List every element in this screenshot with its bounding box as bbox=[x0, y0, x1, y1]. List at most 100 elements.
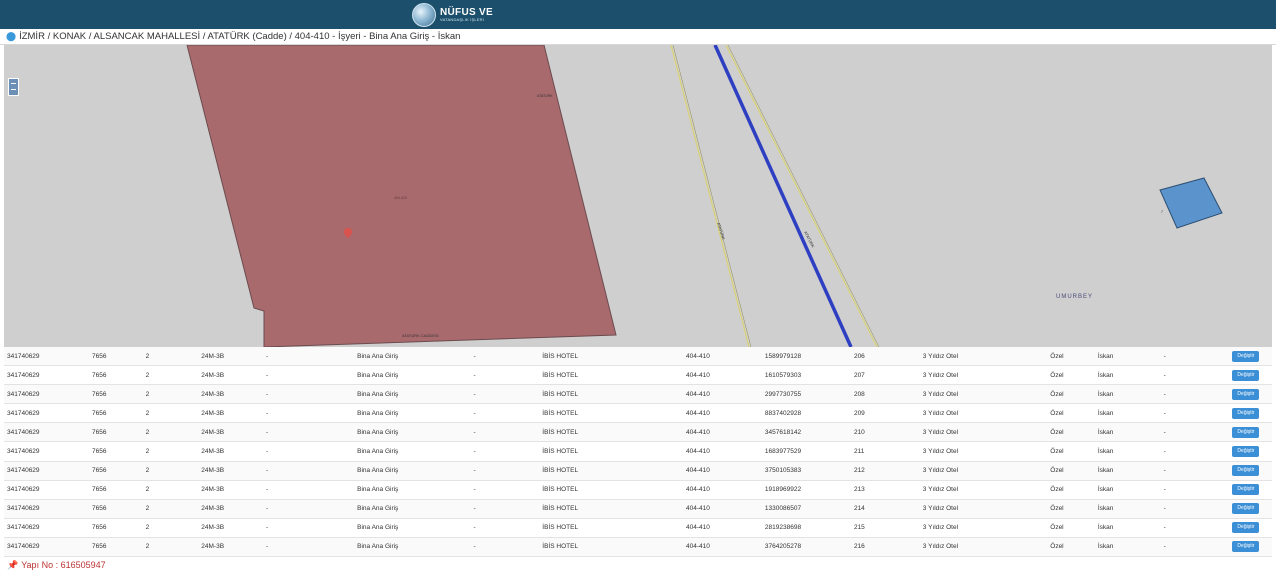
change-button[interactable]: Değiştir bbox=[1232, 522, 1260, 534]
table-cell: Özel bbox=[1047, 347, 1095, 367]
table-cell: Bina Ana Giriş bbox=[354, 499, 471, 519]
table-row: 341740629 7656 2 24M-3B - Bina Ana Giriş - İBİS… bbox=[4, 499, 1272, 519]
table-cell: Bina Ana Giriş bbox=[354, 403, 471, 424]
table-cell: İskan bbox=[1094, 518, 1161, 538]
table-cell: İBİS HOTEL bbox=[539, 480, 683, 500]
table-cell: 2 bbox=[142, 537, 199, 558]
footer-building-number: 📌 Yapı No : 616505947 bbox=[7, 559, 106, 571]
table-cell: 341740629 bbox=[4, 480, 89, 500]
table-row: 341740629 7656 2 24M-3B - Bina Ana Giriş - İBİS… bbox=[4, 518, 1272, 538]
zoom-control[interactable] bbox=[8, 78, 19, 96]
map-canvas[interactable]: ATATÜRK 404-410 ATATÜRK CADDESİ ATATÜRK … bbox=[4, 45, 1272, 347]
table-cell: İskan bbox=[1094, 537, 1161, 558]
change-button[interactable]: Değiştir bbox=[1232, 407, 1260, 419]
table-cell: 341740629 bbox=[4, 422, 89, 443]
table-cell: İskan bbox=[1094, 422, 1161, 443]
action-cell: Değiştir bbox=[1229, 365, 1272, 386]
table-cell: 7656 bbox=[89, 480, 143, 500]
table-cell: - bbox=[263, 422, 355, 443]
table-body: 341740629 7656 2 24M-3B - Bina Ana Giriş - İBİS… bbox=[4, 347, 1272, 558]
table-cell: 7656 bbox=[89, 365, 143, 386]
action-cell: Değiştir bbox=[1229, 537, 1272, 558]
table-cell: İskan bbox=[1094, 403, 1161, 424]
table-cell: - bbox=[1160, 461, 1230, 481]
small-building-label: 7 bbox=[1161, 210, 1163, 214]
table-cell: 404-410 bbox=[682, 422, 762, 443]
table-cell: - bbox=[1160, 537, 1230, 558]
table-cell: 3 Yıldız Otel bbox=[919, 422, 1048, 443]
change-button[interactable]: Değiştir bbox=[1232, 503, 1260, 515]
table-cell: 1918969922 bbox=[761, 480, 851, 500]
table-row: 341740629 7656 2 24M-3B - Bina Ana Giriş - İBİS… bbox=[4, 403, 1272, 424]
action-cell: Değiştir bbox=[1229, 441, 1272, 462]
action-cell: Değiştir bbox=[1229, 499, 1272, 519]
change-button[interactable]: Değiştir bbox=[1232, 446, 1260, 458]
table-cell: Özel bbox=[1047, 365, 1095, 386]
table-cell: Bina Ana Giriş bbox=[354, 422, 471, 443]
table-cell: 3 Yıldız Otel bbox=[919, 499, 1048, 519]
action-cell: Değiştir bbox=[1229, 480, 1272, 500]
table-cell: 7656 bbox=[89, 499, 143, 519]
table-cell: İBİS HOTEL bbox=[539, 461, 683, 481]
change-button[interactable]: Değiştir bbox=[1232, 465, 1260, 477]
table-cell: - bbox=[470, 480, 540, 500]
table-cell: 3 Yıldız Otel bbox=[919, 403, 1048, 424]
table-cell: - bbox=[263, 403, 355, 424]
table-cell: 404-410 bbox=[682, 480, 762, 500]
change-button[interactable]: Değiştir bbox=[1232, 541, 1260, 553]
table-cell: 206 bbox=[850, 347, 920, 367]
parcel-label: ATATÜRK bbox=[537, 94, 553, 98]
change-button[interactable]: Değiştir bbox=[1232, 426, 1260, 438]
table-cell: İBİS HOTEL bbox=[539, 499, 683, 519]
table-cell: 404-410 bbox=[682, 461, 762, 481]
table-cell: 2997730755 bbox=[761, 384, 851, 405]
table-cell: 8837402928 bbox=[761, 403, 851, 424]
table-cell: 24M-3B bbox=[198, 441, 264, 462]
table-cell: 7656 bbox=[89, 518, 143, 538]
change-button[interactable]: Değiştir bbox=[1232, 484, 1260, 496]
table-cell: 2 bbox=[142, 518, 199, 538]
table-cell: 210 bbox=[850, 422, 920, 443]
table-cell: İskan bbox=[1094, 461, 1161, 481]
table-row: 341740629 7656 2 24M-3B - Bina Ana Giriş - İBİS… bbox=[4, 441, 1272, 462]
table-cell: 3 Yıldız Otel bbox=[919, 518, 1048, 538]
table-cell: 2 bbox=[142, 441, 199, 462]
table-cell: - bbox=[470, 461, 540, 481]
small-building[interactable] bbox=[1159, 177, 1223, 229]
table-cell: 24M-3B bbox=[198, 461, 264, 481]
table-cell: 208 bbox=[850, 384, 920, 405]
yapi-no-text: Yapı No : 616505947 bbox=[21, 560, 106, 570]
table-cell: - bbox=[1160, 403, 1230, 424]
table-cell: Özel bbox=[1047, 422, 1095, 443]
change-button[interactable]: Değiştir bbox=[1232, 350, 1260, 362]
table-cell: 341740629 bbox=[4, 365, 89, 386]
table-cell: 7656 bbox=[89, 537, 143, 558]
table-cell: - bbox=[470, 365, 540, 386]
table-cell: 7656 bbox=[89, 441, 143, 462]
table-cell: 7656 bbox=[89, 384, 143, 405]
table-cell: 1330086507 bbox=[761, 499, 851, 519]
table-cell: 24M-3B bbox=[198, 384, 264, 405]
building-bottom-label: ATATÜRK CADDESİ bbox=[402, 333, 439, 338]
table-cell: 3 Yıldız Otel bbox=[919, 537, 1048, 558]
table-cell: - bbox=[1160, 365, 1230, 386]
table-cell: İskan bbox=[1094, 480, 1161, 500]
change-button[interactable]: Değiştir bbox=[1232, 388, 1260, 400]
action-cell: Değiştir bbox=[1229, 384, 1272, 405]
table-cell: Bina Ana Giriş bbox=[354, 347, 471, 367]
table-cell: 24M-3B bbox=[198, 347, 264, 367]
road-edge-2 bbox=[725, 45, 878, 347]
logo-subtitle: VATANDAŞLIK İŞLERİ bbox=[440, 17, 485, 22]
table-cell: - bbox=[470, 441, 540, 462]
table-cell: Özel bbox=[1047, 499, 1095, 519]
map-view[interactable]: ATATÜRK 404-410 ATATÜRK CADDESİ ATATÜRK … bbox=[4, 45, 1272, 347]
table-cell: 24M-3B bbox=[198, 422, 264, 443]
table-cell: 209 bbox=[850, 403, 920, 424]
change-button[interactable]: Değiştir bbox=[1232, 369, 1260, 381]
table-row: 341740629 7656 2 24M-3B - Bina Ana Giriş - İBİS… bbox=[4, 537, 1272, 558]
address-table: 341740629 7656 2 24M-3B - Bina Ana Giriş - İBİS… bbox=[4, 347, 1272, 558]
table-cell: İBİS HOTEL bbox=[539, 518, 683, 538]
table-cell: - bbox=[470, 499, 540, 519]
table-row: 341740629 7656 2 24M-3B - Bina Ana Giriş - İBİS… bbox=[4, 365, 1272, 386]
table-cell: Özel bbox=[1047, 441, 1095, 462]
